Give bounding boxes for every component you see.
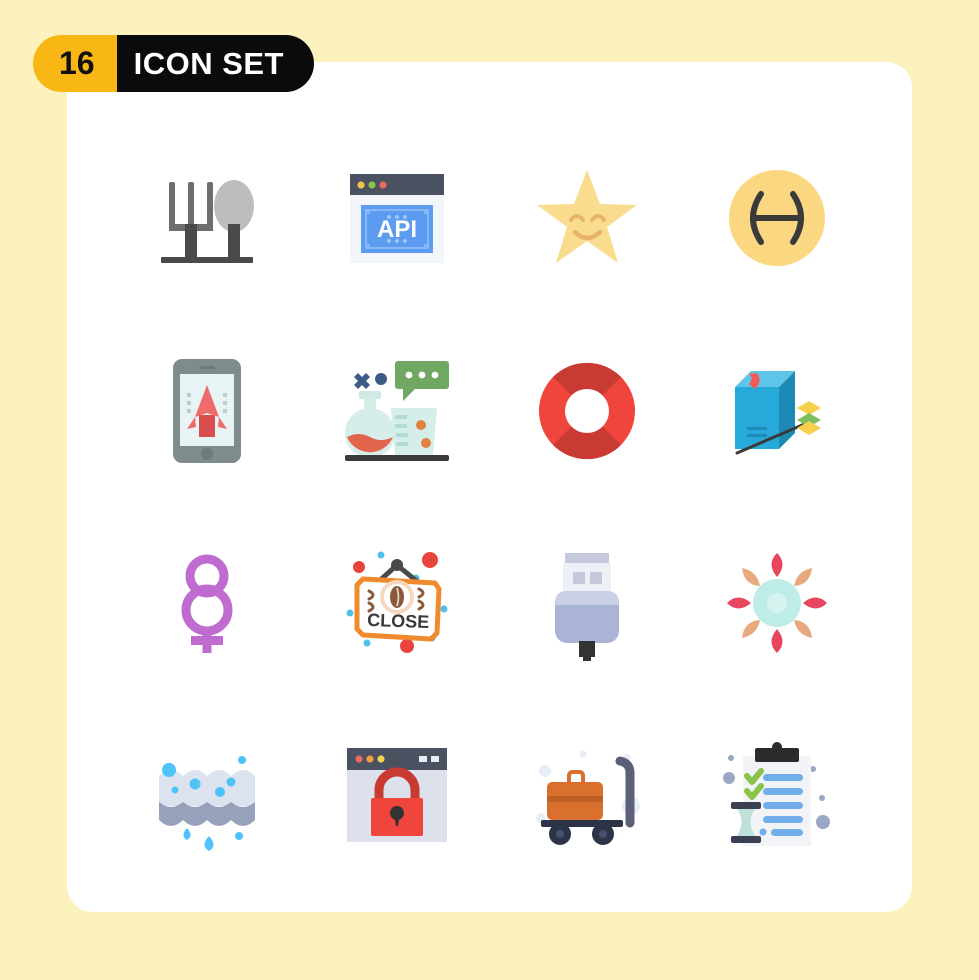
icon-set-title: ICON SET xyxy=(116,35,314,92)
close-sign-label: CLOSE xyxy=(367,610,430,632)
close-sign-icon: CLOSE xyxy=(337,543,457,663)
icon-cell-api[interactable]: API xyxy=(302,122,492,315)
icon-cell-pisces[interactable] xyxy=(682,122,872,315)
flower-mandala-icon xyxy=(717,543,837,663)
icon-cell-checklist[interactable] xyxy=(682,700,872,893)
package-box-icon xyxy=(717,351,837,471)
icon-cell-flower[interactable] xyxy=(682,507,872,700)
icon-cell-luggage[interactable] xyxy=(492,700,682,893)
icon-cell-female[interactable] xyxy=(112,507,302,700)
icon-count: 16 xyxy=(33,35,117,92)
screenshot-root: 16 ICON SET API CLOSE xyxy=(0,0,979,980)
secure-browser-icon xyxy=(337,736,457,856)
icon-cell-close-sign[interactable]: CLOSE xyxy=(302,507,492,700)
icon-cell-star[interactable] xyxy=(492,122,682,315)
fork-and-spoon-icon xyxy=(147,158,267,278)
icon-cell-usb[interactable] xyxy=(492,507,682,700)
icon-cell-package[interactable] xyxy=(682,315,872,508)
mobile-rocket-icon xyxy=(147,351,267,471)
clipboard-checklist-icon xyxy=(717,736,837,856)
usb-plug-icon xyxy=(527,543,647,663)
icon-set-badge: 16 ICON SET xyxy=(33,35,314,92)
pisces-zodiac-icon xyxy=(717,158,837,278)
api-window-label: API xyxy=(377,216,417,243)
icon-cell-sponge[interactable] xyxy=(112,700,302,893)
icon-cell-cutlery[interactable] xyxy=(112,122,302,315)
female-symbol-icon xyxy=(147,543,267,663)
smiling-star-icon xyxy=(527,158,647,278)
icon-cell-secure[interactable] xyxy=(302,700,492,893)
lifebuoy-icon xyxy=(527,351,647,471)
sponge-icon xyxy=(147,736,267,856)
luggage-cart-icon xyxy=(527,736,647,856)
chemistry-lab-icon xyxy=(337,351,457,471)
icon-cell-chemistry[interactable] xyxy=(302,315,492,508)
api-window-icon: API xyxy=(337,158,457,278)
icon-grid: API CLOSE xyxy=(112,122,872,892)
icon-cell-lifebuoy[interactable] xyxy=(492,315,682,508)
icon-cell-mobile[interactable] xyxy=(112,315,302,508)
